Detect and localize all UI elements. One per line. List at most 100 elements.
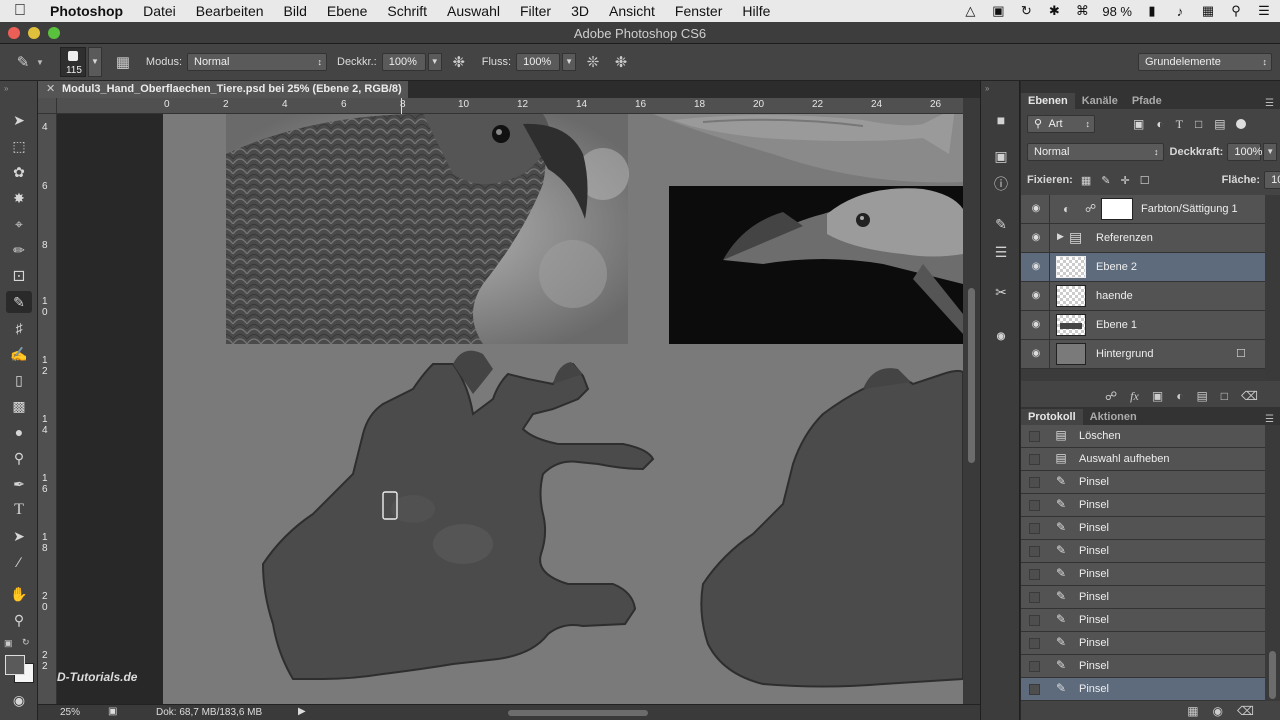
menu-schrift[interactable]: Schrift [377,3,437,19]
quick-mask-icon[interactable]: ◉ [6,689,32,711]
opacity-slider-dropdown-icon[interactable]: ▼ [427,53,442,71]
tab-aktionen[interactable]: Aktionen [1083,409,1144,425]
lock-all-icon[interactable]: ☐ [1140,174,1150,187]
history-source-checkbox[interactable] [1029,569,1040,580]
delete-layer-icon[interactable]: ⌫ [1241,389,1258,403]
new-adjustment-icon[interactable]: ◐ [1176,389,1183,403]
wifi-icon[interactable]: ⌘ [1074,3,1090,19]
zoom-level[interactable]: 25% [60,707,80,718]
history-brush-tool-icon[interactable]: ✍ [6,343,32,365]
menu-ansicht[interactable]: Ansicht [599,3,665,19]
document-canvas[interactable] [163,114,963,704]
line-tool-icon[interactable]: ∕ [6,551,32,573]
move-tool-icon[interactable]: ➤ [6,109,32,131]
lasso-tool-icon[interactable]: ✿ [6,161,32,183]
type-tool-icon[interactable]: T [6,499,32,521]
zoom-tool-icon[interactable]: ⚲ [6,609,32,631]
tab-pfade[interactable]: Pfade [1125,93,1169,109]
tab-kanaele[interactable]: Kanäle [1075,93,1125,109]
layer-opacity-input[interactable]: 100% [1227,143,1262,161]
brush-tool-preset-icon[interactable]: ✎ [10,49,36,75]
vertical-scrollbar[interactable] [963,98,980,704]
history-item[interactable]: ▤ Auswahl aufheben [1021,448,1265,471]
info-panel-icon[interactable]: ⓘ [989,173,1013,195]
adobe-icon[interactable]: △ [962,3,978,19]
vertical-ruler[interactable]: 4 6 8 1 0 1 2 1 4 1 6 1 8 2 0 2 2 [38,114,57,704]
menu-fenster[interactable]: Fenster [665,3,732,19]
layer-row-ebene2[interactable]: ◉ Ebene 2 [1021,253,1265,282]
history-source-checkbox[interactable] [1029,684,1040,695]
layer-filter-select[interactable]: ⚲ Art ↕ [1027,115,1095,133]
brush-picker-dropdown-icon[interactable]: ▼ [87,47,102,77]
fill-input[interactable]: 100% [1264,171,1280,189]
history-scrollbar[interactable] [1265,425,1280,701]
apple-menu-icon[interactable]:  [0,2,40,20]
spotlight-search-icon[interactable]: ⚲ [1228,3,1244,19]
chain-link-icon[interactable]: ☍ [1085,202,1096,215]
menu-auswahl[interactable]: Auswahl [437,3,510,19]
layer-opacity-dropdown-icon[interactable]: ▼ [1263,143,1277,161]
menu-filter[interactable]: Filter [510,3,561,19]
adjustments-panel-icon[interactable]: ☰ [989,241,1013,263]
history-item[interactable]: ✎ Pinsel [1021,586,1265,609]
layer-mask-thumbnail[interactable] [1101,198,1133,220]
path-selection-tool-icon[interactable]: ➤ [6,525,32,547]
tab-ebenen[interactable]: Ebenen [1021,93,1075,109]
history-item[interactable]: ✎ Pinsel [1021,471,1265,494]
opacity-input[interactable]: 100% [381,53,426,71]
pressure-opacity-icon[interactable]: ❉ [446,49,472,75]
bluetooth-icon[interactable]: ✱ [1046,3,1062,19]
layer-row-referenzen[interactable]: ◉ ▶ ▤ Referenzen [1021,224,1265,253]
new-layer-icon[interactable]: □ [1221,389,1228,403]
lock-transparency-icon[interactable]: ▦ [1081,174,1091,187]
history-item[interactable]: ▤ Löschen [1021,425,1265,448]
tool-presets-panel-icon[interactable]: ✂ [989,281,1013,303]
menu-app[interactable]: Photoshop [40,3,133,19]
history-source-checkbox[interactable] [1029,546,1040,557]
history-source-checkbox[interactable] [1029,431,1040,442]
battery-icon[interactable]: ▮ [1144,3,1160,19]
visibility-eye-icon[interactable]: ◉ [1029,203,1043,215]
history-source-checkbox[interactable] [1029,592,1040,603]
menu-datei[interactable]: Datei [133,3,186,19]
layer-row-farbton[interactable]: ◉ ◐ ☍ Farbton/Sättigung 1 [1021,195,1265,224]
brush-presets-panel-icon[interactable]: ✎ [989,213,1013,235]
dodge-tool-icon[interactable]: ⚲ [6,447,32,469]
flow-slider-dropdown-icon[interactable]: ▼ [562,53,577,71]
history-source-checkbox[interactable] [1029,638,1040,649]
filter-shape-icon[interactable]: □ [1195,117,1202,131]
menu-hilfe[interactable]: Hilfe [732,3,780,19]
foreground-color-swatch[interactable] [5,655,25,675]
default-colors-icon[interactable]: ▣ [4,638,13,649]
history-item[interactable]: ✎ Pinsel [1021,609,1265,632]
layer-row-haende[interactable]: ◉ haende [1021,282,1265,311]
history-scrollbar-thumb[interactable] [1269,651,1276,699]
layer-style-fx-icon[interactable]: fx [1130,389,1139,404]
history-source-checkbox[interactable] [1029,454,1040,465]
histogram-panel-icon[interactable]: ■ [989,109,1013,131]
magic-wand-tool-icon[interactable]: ✸ [6,187,32,209]
notification-icon[interactable]: ▦ [1200,3,1216,19]
history-item[interactable]: ✎ Pinsel [1021,494,1265,517]
history-source-checkbox[interactable] [1029,500,1040,511]
history-source-checkbox[interactable] [1029,615,1040,626]
crop-tool-icon[interactable]: ⌖ [6,213,32,235]
chevron-down-icon[interactable]: ▼ [36,58,44,67]
eraser-tool-icon[interactable]: ▯ [6,369,32,391]
add-mask-icon[interactable]: ▣ [1152,389,1163,403]
visibility-eye-icon[interactable]: ◉ [1029,348,1043,360]
flow-input[interactable]: 100% [516,53,561,71]
history-item[interactable]: ✎ Pinsel [1021,632,1265,655]
menu-ebene[interactable]: Ebene [317,3,377,19]
history-item[interactable]: ✎ Pinsel [1021,655,1265,678]
panel-grip[interactable] [1021,81,1280,91]
tab-protokoll[interactable]: Protokoll [1021,409,1083,425]
visibility-eye-icon[interactable]: ◉ [1029,232,1043,244]
collapse-panel-icon[interactable]: » [4,84,8,93]
layer-row-hintergrund[interactable]: ◉ Hintergrund ☐ [1021,340,1265,369]
visibility-eye-icon[interactable]: ◉ [1029,290,1043,302]
brush-panel-toggle-icon[interactable]: ▦ [110,49,136,75]
ruler-origin[interactable] [38,98,57,114]
eyedropper-tool-icon[interactable]: ✏ [6,239,32,261]
horizontal-ruler[interactable]: 0 2 4 6 8 10 12 14 16 18 20 22 24 26 [57,98,963,114]
